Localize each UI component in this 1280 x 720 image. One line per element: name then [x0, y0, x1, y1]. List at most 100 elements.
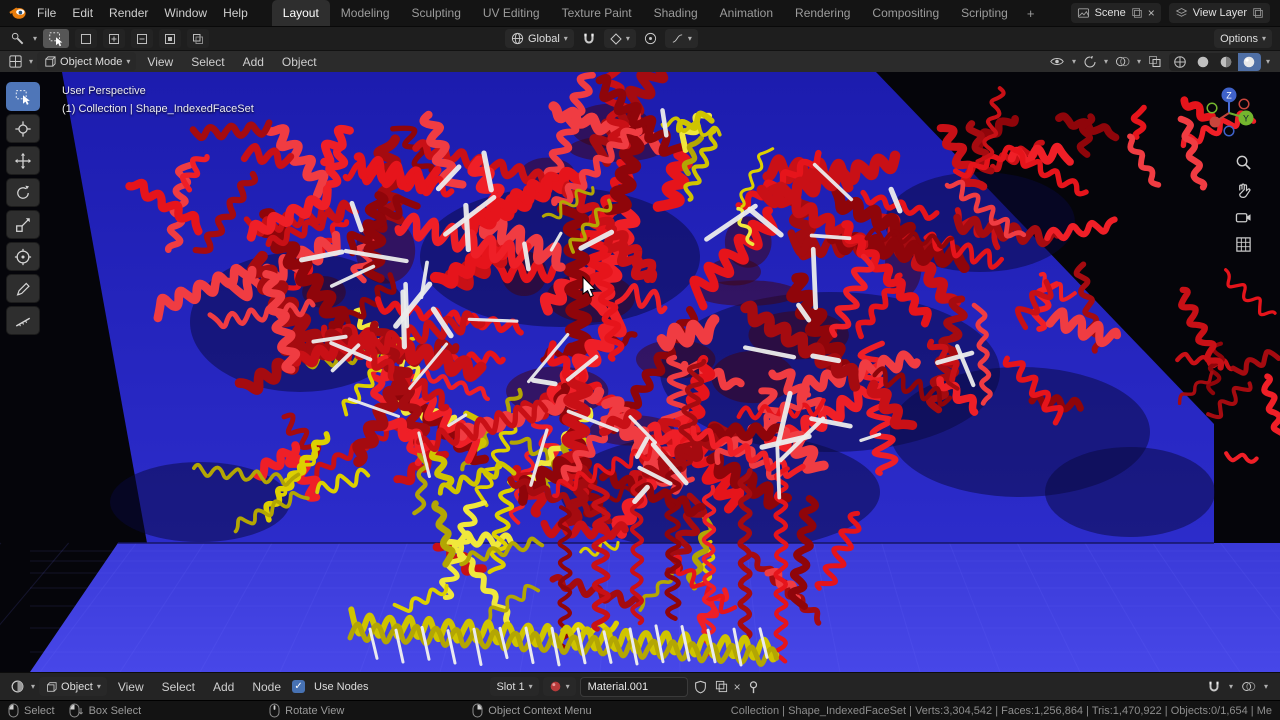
shading-material-button[interactable] [1215, 53, 1238, 71]
options-dropdown[interactable]: Options ▾ [1214, 29, 1272, 48]
pin-icon[interactable] [745, 678, 762, 696]
add-workspace-button[interactable]: + [1019, 0, 1043, 26]
tab-scripting[interactable]: Scripting [950, 0, 1019, 26]
workspace-tabs: Layout Modeling Sculpting UV Editing Tex… [271, 0, 1043, 26]
orientation-dropdown[interactable]: Global ▾ [505, 29, 574, 48]
proportional-edit-icon[interactable] [642, 30, 659, 48]
viewport-menu-add[interactable]: Add [236, 53, 271, 71]
shading-chevron-icon[interactable]: ▾ [1266, 57, 1270, 66]
tab-layout[interactable]: Layout [271, 0, 330, 26]
editor-chevron-icon[interactable]: ▾ [33, 34, 37, 43]
shading-wireframe-button[interactable] [1169, 53, 1192, 71]
gizmo-minus-y-axis[interactable] [1206, 102, 1218, 114]
blender-logo-icon[interactable] [6, 4, 29, 22]
node-menu-select[interactable]: Select [155, 677, 202, 697]
tab-texture-paint[interactable]: Texture Paint [551, 0, 643, 26]
snap-settings-dropdown[interactable]: ▾ [603, 29, 636, 48]
toolbar [6, 82, 40, 335]
unlink-scene-icon[interactable]: × [1148, 7, 1155, 19]
gizmos-toggle-icon[interactable] [1081, 53, 1099, 71]
material-name-field[interactable]: Material.001 [579, 676, 688, 697]
viewport-menu-view[interactable]: View [140, 53, 180, 71]
pan-hand-icon[interactable] [1235, 182, 1252, 199]
shader-id-type-dropdown[interactable]: Object ▾ [39, 677, 107, 696]
gizmo-minus-x-axis[interactable] [1238, 98, 1250, 110]
menu-edit[interactable]: Edit [64, 2, 101, 24]
menu-render[interactable]: Render [101, 2, 156, 24]
mouse-left-icon [8, 703, 19, 718]
tool-cursor[interactable] [6, 114, 40, 143]
viewport-3d[interactable]: User Perspective (1) Collection | Shape_… [0, 72, 1280, 672]
mode-value: Object Mode [60, 55, 123, 68]
active-tool-box-select-chip[interactable] [43, 29, 70, 48]
scale-icon [14, 216, 32, 234]
tab-animation[interactable]: Animation [709, 0, 784, 26]
copy-material-icon[interactable] [713, 678, 730, 696]
menu-window[interactable]: Window [156, 2, 215, 24]
node-overlays-chevron-icon[interactable]: ▾ [1264, 682, 1268, 691]
tool-settings-editor-icon[interactable] [8, 30, 27, 48]
new-view-layer-icon[interactable] [1252, 7, 1264, 19]
viewport-render[interactable] [0, 72, 1280, 672]
material-slot-dropdown[interactable]: Slot 1 ▾ [490, 677, 539, 696]
tool-box-select[interactable] [6, 82, 40, 111]
gizmo-minus-z-axis[interactable] [1223, 125, 1235, 137]
shader-editor-type-icon[interactable] [8, 678, 27, 696]
xray-toggle-icon[interactable] [1146, 53, 1164, 71]
scene-selector[interactable]: Scene × [1070, 3, 1161, 23]
node-snap-magnet-icon[interactable] [1205, 678, 1223, 696]
toggle-ortho-icon[interactable] [1235, 236, 1252, 253]
view-layer-selector[interactable]: View Layer [1168, 3, 1270, 23]
browse-material-dropdown[interactable]: ▾ [542, 677, 576, 696]
viewport-menu-object[interactable]: Object [275, 53, 324, 71]
fake-user-shield-icon[interactable] [692, 678, 709, 696]
node-snap-chevron-icon[interactable]: ▾ [1229, 682, 1233, 691]
zoom-icon[interactable] [1235, 154, 1252, 171]
gizmos-chevron-icon[interactable]: ▾ [1104, 57, 1108, 66]
viewport-editor-chevron-icon[interactable]: ▾ [29, 57, 33, 66]
falloff-dropdown[interactable]: ▾ [664, 29, 698, 48]
select-mode-intersect-icon[interactable] [187, 29, 210, 48]
node-menu-node[interactable]: Node [245, 677, 288, 697]
node-menu-view[interactable]: View [111, 677, 151, 697]
new-scene-icon[interactable] [1131, 7, 1143, 19]
mode-dropdown[interactable]: Object Mode ▾ [37, 52, 137, 71]
use-nodes-checkbox[interactable]: ✓ [292, 680, 306, 693]
tool-move[interactable] [6, 146, 40, 175]
menu-help[interactable]: Help [215, 2, 256, 24]
tool-annotate[interactable] [6, 274, 40, 303]
select-mode-new-icon[interactable] [75, 29, 98, 48]
tab-shading[interactable]: Shading [643, 0, 709, 26]
shading-rendered-button[interactable] [1237, 52, 1261, 71]
node-menu-add[interactable]: Add [206, 677, 241, 697]
menu-file[interactable]: File [29, 2, 64, 24]
select-mode-invert-icon[interactable] [159, 29, 182, 48]
node-overlays-icon[interactable] [1239, 678, 1258, 696]
viewport-editor-type-icon[interactable] [6, 53, 25, 71]
shading-solid-button[interactable] [1192, 53, 1215, 71]
hint-box-select-label: Box Select [88, 704, 142, 717]
tool-transform[interactable] [6, 242, 40, 271]
gizmo-x-axis[interactable] [1209, 116, 1221, 128]
unlink-material-icon[interactable]: × [734, 681, 741, 693]
camera-view-icon[interactable] [1235, 210, 1252, 225]
tab-modeling[interactable]: Modeling [330, 0, 401, 26]
navigation-gizmo[interactable]: Z Y [1200, 84, 1258, 142]
cursor-tool-icon [14, 120, 32, 138]
tab-uv-editing[interactable]: UV Editing [472, 0, 551, 26]
tool-measure[interactable] [6, 306, 40, 335]
tool-scale[interactable] [6, 210, 40, 239]
visibility-eye-icon[interactable] [1047, 53, 1067, 71]
tab-rendering[interactable]: Rendering [784, 0, 861, 26]
shader-editor-chevron-icon[interactable]: ▾ [31, 682, 35, 691]
visibility-chevron-icon[interactable]: ▾ [1072, 57, 1076, 66]
tab-compositing[interactable]: Compositing [861, 0, 950, 26]
select-mode-subtract-icon[interactable] [131, 29, 154, 48]
snap-magnet-icon[interactable] [580, 30, 598, 48]
select-mode-extend-icon[interactable] [103, 29, 126, 48]
overlays-toggle-icon[interactable] [1113, 53, 1132, 71]
overlays-chevron-icon[interactable]: ▾ [1137, 57, 1141, 66]
tool-rotate[interactable] [6, 178, 40, 207]
tab-sculpting[interactable]: Sculpting [401, 0, 472, 26]
viewport-menu-select[interactable]: Select [184, 53, 231, 71]
